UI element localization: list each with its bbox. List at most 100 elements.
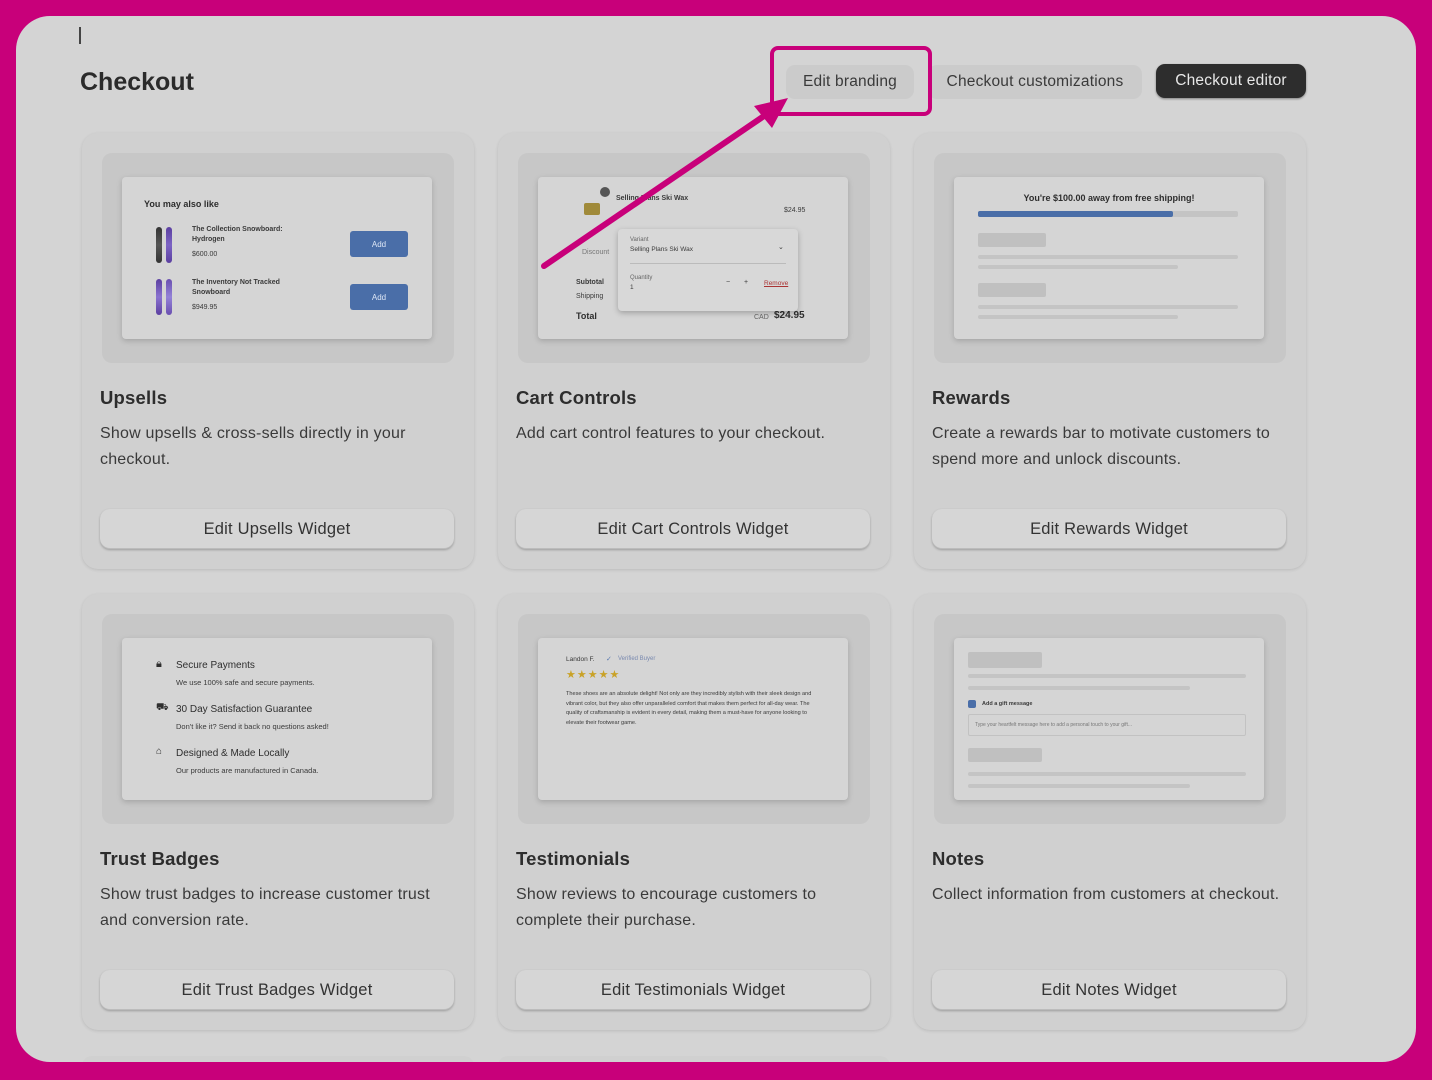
preview-area: Add a gift message Type your heartfelt m… bbox=[934, 614, 1286, 824]
upsells-card: You may also like The Collection Snowboa… bbox=[82, 133, 474, 569]
preview-area: 🔒︎ Secure Payments We use 100% safe and … bbox=[102, 614, 454, 824]
snowboard-image bbox=[166, 279, 172, 315]
preview-area: You may also like The Collection Snowboa… bbox=[102, 153, 454, 363]
card-description: Show reviews to encourage customers to c… bbox=[516, 886, 817, 929]
edit-upsells-button[interactable]: Edit Upsells Widget bbox=[100, 509, 454, 549]
product-thumbnail bbox=[584, 203, 600, 215]
variant-label: Variant bbox=[630, 237, 649, 243]
snowboard-image bbox=[166, 227, 172, 263]
card-description: Show upsells & cross-sells directly in y… bbox=[100, 425, 406, 468]
edit-trust-badges-button[interactable]: Edit Trust Badges Widget bbox=[100, 970, 454, 1010]
badge-title: Designed & Made Locally bbox=[176, 748, 290, 759]
rewards-progress-fill bbox=[978, 211, 1173, 217]
total-value: $24.95 bbox=[774, 310, 805, 321]
badge-title: 30 Day Satisfaction Guarantee bbox=[176, 704, 313, 715]
preview-area: Selling Plans Ski Wax $24.95 Discount Su… bbox=[518, 153, 870, 363]
gift-message-placeholder: Type your heartfelt message here to add … bbox=[975, 722, 1133, 728]
preview-area: Landon F. ✓ Verified Buyer ★★★★★ These s… bbox=[518, 614, 870, 824]
quantity-label: Quantity bbox=[630, 275, 653, 281]
discount-label: Discount bbox=[582, 249, 610, 256]
edit-testimonials-button[interactable]: Edit Testimonials Widget bbox=[516, 970, 870, 1010]
card-description: Add cart control features to your checko… bbox=[516, 425, 826, 442]
quantity-badge bbox=[600, 187, 610, 197]
verified-check-icon: ✓ bbox=[606, 656, 612, 663]
checkout-customizations-button[interactable]: Checkout customizations bbox=[928, 65, 1142, 99]
card-title: Notes bbox=[932, 848, 985, 869]
card-description: Show trust badges to increase customer t… bbox=[100, 886, 430, 929]
placeholder-line bbox=[968, 686, 1190, 690]
placeholder-line bbox=[968, 784, 1190, 788]
card-partial bbox=[498, 1056, 890, 1062]
verified-badge: Verified Buyer bbox=[618, 656, 656, 662]
gift-checkbox-label: Add a gift message bbox=[982, 701, 1033, 707]
card-description: Create a rewards bar to motivate custome… bbox=[932, 425, 1271, 468]
currency-label: CAD bbox=[754, 314, 769, 321]
snowboard-image bbox=[156, 227, 162, 263]
cart-product-name: Selling Plans Ski Wax bbox=[616, 195, 689, 202]
badge-text: Don't like it? Send it back no questions… bbox=[176, 722, 329, 731]
rewards-preview: You're $100.00 away from free shipping! bbox=[954, 177, 1264, 339]
app-frame: Checkout Edit branding Checkout customiz… bbox=[16, 16, 1416, 1062]
rewards-card: You're $100.00 away from free shipping! … bbox=[914, 133, 1306, 569]
chevron-down-icon: ⌄ bbox=[778, 244, 784, 251]
notes-preview: Add a gift message Type your heartfelt m… bbox=[954, 638, 1264, 800]
badge-title: Secure Payments bbox=[176, 660, 255, 671]
card-title: Upsells bbox=[100, 387, 168, 408]
card-title: Cart Controls bbox=[516, 387, 637, 408]
card-title: Trust Badges bbox=[100, 848, 220, 869]
minus-icon[interactable]: − bbox=[726, 279, 730, 286]
testimonials-card: Landon F. ✓ Verified Buyer ★★★★★ These s… bbox=[498, 594, 890, 1030]
notes-card: Add a gift message Type your heartfelt m… bbox=[914, 594, 1306, 1030]
upsells-preview: You may also like The Collection Snowboa… bbox=[122, 177, 432, 339]
placeholder-line bbox=[968, 772, 1246, 776]
placeholder-block bbox=[968, 748, 1042, 762]
variant-popover: Variant Selling Plans Ski Wax ⌄ Quantity… bbox=[618, 229, 798, 311]
gift-checkbox[interactable] bbox=[968, 700, 976, 708]
store-icon: ⌂ bbox=[156, 746, 163, 757]
trust-badges-preview: 🔒︎ Secure Payments We use 100% safe and … bbox=[122, 638, 432, 800]
lock-icon: 🔒︎ bbox=[156, 658, 162, 670]
plus-icon[interactable]: + bbox=[744, 279, 748, 286]
card-title: Rewards bbox=[932, 387, 1011, 408]
remove-link[interactable]: Remove bbox=[764, 280, 788, 287]
add-button[interactable]: Add bbox=[350, 284, 408, 310]
variant-select[interactable]: Selling Plans Ski Wax bbox=[630, 246, 693, 253]
shipping-label: Shipping bbox=[576, 293, 604, 300]
cart-controls-card: Selling Plans Ski Wax $24.95 Discount Su… bbox=[498, 133, 890, 569]
annotation-highlight-box bbox=[770, 46, 932, 116]
upsell-item-price: $600.00 bbox=[192, 251, 218, 258]
cart-product-price: $24.95 bbox=[784, 207, 806, 214]
quantity-value[interactable]: 1 bbox=[630, 284, 634, 291]
page-title: Checkout bbox=[80, 68, 194, 96]
review-text: These shoes are an absolute delight! Not… bbox=[566, 691, 812, 726]
badge-text: Our products are manufactured in Canada. bbox=[176, 766, 319, 775]
rewards-message: You're $100.00 away from free shipping! bbox=[1023, 193, 1195, 203]
subtotal-label: Subtotal bbox=[576, 279, 604, 286]
review-author: Landon F. bbox=[566, 656, 595, 663]
total-label: Total bbox=[576, 311, 597, 321]
placeholder-line bbox=[978, 315, 1178, 319]
upsell-item-price: $949.95 bbox=[192, 304, 218, 311]
upsells-heading: You may also like bbox=[144, 199, 219, 209]
placeholder-block bbox=[968, 652, 1042, 668]
edit-notes-button[interactable]: Edit Notes Widget bbox=[932, 970, 1286, 1010]
edit-rewards-button[interactable]: Edit Rewards Widget bbox=[932, 509, 1286, 549]
review-stars: ★★★★★ bbox=[566, 669, 621, 681]
card-description: Collect information from customers at ch… bbox=[932, 886, 1280, 903]
upsell-item-name: The Inventory Not Tracked Snowboard bbox=[192, 279, 280, 296]
divider bbox=[630, 263, 786, 264]
cart-controls-preview: Selling Plans Ski Wax $24.95 Discount Su… bbox=[538, 177, 848, 339]
badge-text: We use 100% safe and secure payments. bbox=[176, 678, 315, 687]
trust-badges-card: 🔒︎ Secure Payments We use 100% safe and … bbox=[82, 594, 474, 1030]
snowboard-image bbox=[156, 279, 162, 315]
rewards-progress-track bbox=[978, 211, 1238, 217]
upsell-item-name: The Collection Snowboard: Hydrogen bbox=[192, 226, 283, 243]
placeholder-line bbox=[968, 674, 1246, 678]
checkout-editor-button[interactable]: Checkout editor bbox=[1156, 64, 1306, 98]
gift-message-input[interactable]: Type your heartfelt message here to add … bbox=[968, 714, 1246, 736]
placeholder-line bbox=[978, 305, 1238, 309]
testimonials-preview: Landon F. ✓ Verified Buyer ★★★★★ These s… bbox=[538, 638, 848, 800]
placeholder-block bbox=[978, 233, 1046, 247]
edit-cart-controls-button[interactable]: Edit Cart Controls Widget bbox=[516, 509, 870, 549]
add-button[interactable]: Add bbox=[350, 231, 408, 257]
